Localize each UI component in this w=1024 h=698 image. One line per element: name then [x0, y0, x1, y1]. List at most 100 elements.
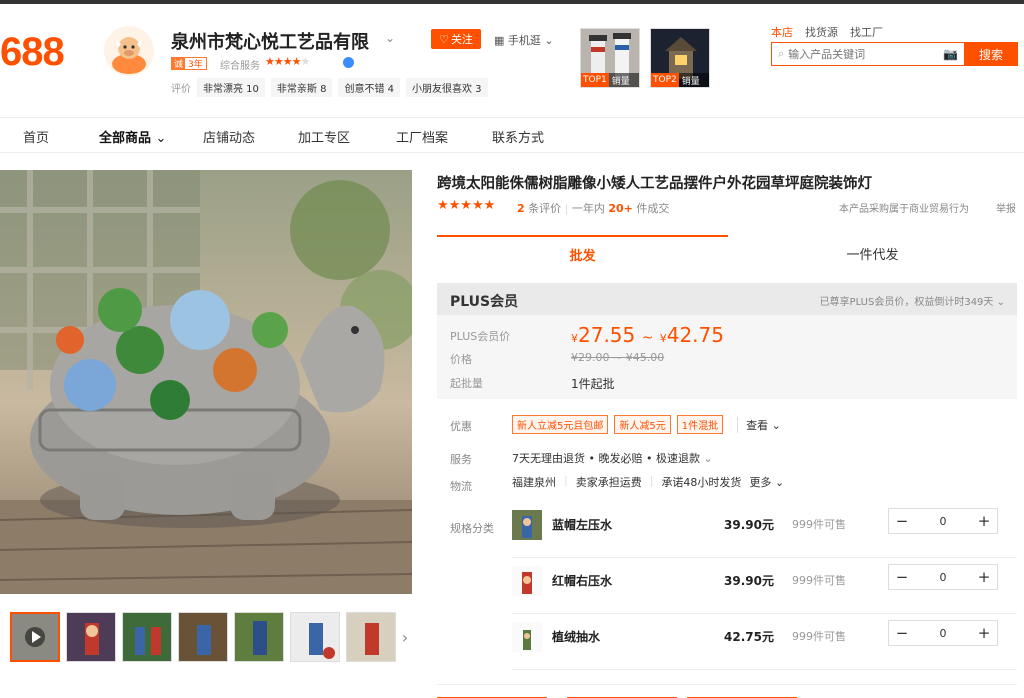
top-product-1[interactable]: TOP1 销量 [580, 28, 640, 88]
heart-icon: ♡ [439, 32, 449, 46]
promo-tag[interactable]: 新人立减5元且包邮 [512, 415, 609, 434]
tab-dropship[interactable]: 一件代发 [728, 235, 1017, 271]
plus-icon[interactable]: + [971, 568, 997, 586]
nav-item-factory[interactable]: 工厂档案 [396, 127, 448, 146]
thumbnail-image[interactable] [346, 612, 396, 662]
rating-tag[interactable]: 非常漂亮 10 [197, 78, 265, 97]
chevron-down-icon: ⌄ [544, 34, 554, 47]
plus-member-panel: PLUS会员 已尊享PLUS会员价，权益倒计时349天 ⌄ PLUS会员价 ¥2… [437, 283, 1017, 399]
rating-tag[interactable]: 小朋友很喜欢 3 [406, 78, 488, 97]
sku-row: 植绒抽水 42.75元 999件可售 − 0 + [512, 614, 1017, 670]
logistics-label: 物流 [450, 480, 472, 493]
plus-title: PLUS会员 [450, 294, 519, 310]
chevron-down-icon: ⌄ [771, 418, 781, 432]
shop-name[interactable]: 泉州市梵心悦工艺品有限 [171, 28, 369, 54]
minus-icon[interactable]: − [889, 624, 915, 642]
promo-tags: 新人立减5元且包邮 新人减5元 1件混批 查看 ⌄ [512, 415, 781, 434]
thumbnail-image[interactable] [66, 612, 116, 662]
quantity-value[interactable]: 0 [915, 627, 971, 640]
top-border [0, 0, 1024, 4]
site-logo[interactable]: 688 [0, 30, 65, 74]
currency-symbol: ¥ [659, 332, 667, 345]
chevron-down-icon: ⌄ [774, 476, 785, 489]
sku-name: 蓝帽左压水 [552, 518, 613, 532]
follow-label: 关注 [450, 33, 473, 46]
thumbnail-image[interactable] [178, 612, 228, 662]
mobile-view-button[interactable]: ▦ 手机逛 ⌄ [494, 32, 554, 48]
report-link[interactable]: 举报 [996, 200, 1016, 215]
follow-button[interactable]: ♡ 关注 [431, 29, 481, 49]
top-sales-label: 销量 [681, 76, 700, 87]
minus-icon[interactable]: − [889, 512, 915, 530]
nav-item-home[interactable]: 首页 [23, 127, 49, 146]
promo-tag[interactable]: 新人减5元 [614, 415, 671, 434]
minus-icon[interactable]: − [889, 568, 915, 586]
quantity-value[interactable]: 0 [915, 571, 971, 584]
plus-icon[interactable]: + [971, 512, 997, 530]
search-icon: ⌕ [778, 47, 785, 60]
plus-note[interactable]: 已尊享PLUS会员价，权益倒计时349天 ⌄ [820, 293, 1005, 308]
rating-label: 评价 [171, 84, 191, 95]
thumbnail-video[interactable] [10, 612, 60, 662]
chevron-down-icon: ⌄ [155, 131, 167, 146]
plus-header: PLUS会员 已尊享PLUS会员价，权益倒计时349天 ⌄ [437, 283, 1017, 315]
product-title: 跨境太阳能侏儒树脂雕像小矮人工艺品摆件户外花园草坪庭院装饰灯 [437, 176, 872, 192]
nav-item-contact[interactable]: 联系方式 [492, 127, 544, 146]
rating-tag[interactable]: 非常亲斯 8 [270, 78, 333, 97]
service-score-label: 综合服务 [220, 61, 260, 72]
quantity-stepper: − 0 + [888, 564, 998, 590]
price-low: 27.55 [578, 323, 636, 347]
currency-symbol: ¥ [571, 332, 578, 345]
plus-price: ¥27.55 ~ ¥42.75 [571, 323, 724, 347]
top-label: TOP1 销量 [581, 73, 639, 87]
main-product-image[interactable] [0, 170, 412, 594]
moq-value: 1件起批 [571, 377, 615, 391]
plus-icon[interactable]: + [971, 624, 997, 642]
promo-tag[interactable]: 1件混批 [676, 415, 724, 434]
service-text[interactable]: 7天无理由退货 • 晚发必赔 • 极速退款 ⌄ [512, 450, 713, 466]
chevron-down-icon: ⌄ [703, 452, 713, 465]
rating-tag[interactable]: 创意不错 4 [338, 78, 400, 97]
camera-icon[interactable]: 📷 [943, 47, 958, 61]
sku-thumbnail[interactable] [512, 566, 542, 596]
search-button[interactable]: 搜索 [964, 42, 1018, 66]
top-product-2[interactable]: TOP2 销量 [650, 28, 710, 88]
chevron-down-icon[interactable]: ⌄ [385, 31, 395, 45]
quantity-value[interactable]: 0 [915, 515, 971, 528]
orig-price-label: 价格 [450, 353, 472, 366]
shop-nav: 首页 全部商品 ⌄ 店铺动态 加工专区 工厂档案 联系方式 [0, 117, 1024, 153]
sku-thumbnail[interactable] [512, 622, 542, 652]
logistics-info: 福建泉州 | 卖家承担运费 | 承诺48小时发货 更多 ⌄ [512, 474, 785, 490]
nav-item-label: 全部商品 [99, 131, 152, 146]
chevron-right-icon[interactable]: › [398, 612, 412, 662]
sku-stock: 999件可售 [792, 630, 846, 643]
sku-row: 蓝帽左压水 39.90元 999件可售 − 0 + [512, 502, 1017, 558]
nav-item-news[interactable]: 店铺动态 [203, 127, 255, 146]
sku-name: 植绒抽水 [552, 630, 601, 644]
moq-label: 起批量 [450, 377, 483, 390]
tab-wholesale[interactable]: 批发 [437, 235, 728, 271]
thumbnail-image[interactable] [234, 612, 284, 662]
search-tab-source[interactable]: 找货源 [805, 24, 838, 40]
sku-thumbnail[interactable] [512, 510, 542, 540]
nav-item-all-products[interactable]: 全部商品 ⌄ [99, 127, 166, 146]
shop-avatar[interactable] [104, 26, 154, 76]
thumbnail-image[interactable] [122, 612, 172, 662]
chevron-down-icon: ⌄ [996, 297, 1005, 308]
nav-item-processing[interactable]: 加工专区 [298, 127, 350, 146]
promo-more-button[interactable]: 查看 ⌄ [737, 416, 781, 433]
review-count[interactable]: 2 [517, 202, 525, 215]
ship-from: 福建泉州 [512, 476, 556, 489]
thumbnail-image[interactable] [290, 612, 340, 662]
review-suffix[interactable]: 条评价 [528, 202, 561, 215]
search-input[interactable] [788, 47, 944, 61]
price-separator: ~ [641, 330, 654, 346]
logistics-more[interactable]: 更多 ⌄ [749, 474, 784, 490]
sku-row: 红帽右压水 39.90元 999件可售 − 0 + [512, 558, 1017, 614]
search-tab-shop[interactable]: 本店 [771, 24, 793, 40]
sales-count: 20+ [608, 202, 633, 215]
quantity-stepper: − 0 + [888, 508, 998, 534]
sku-stock: 999件可售 [792, 574, 846, 587]
search-tab-factory[interactable]: 找工厂 [850, 24, 883, 40]
quantity-stepper: − 0 + [888, 620, 998, 646]
